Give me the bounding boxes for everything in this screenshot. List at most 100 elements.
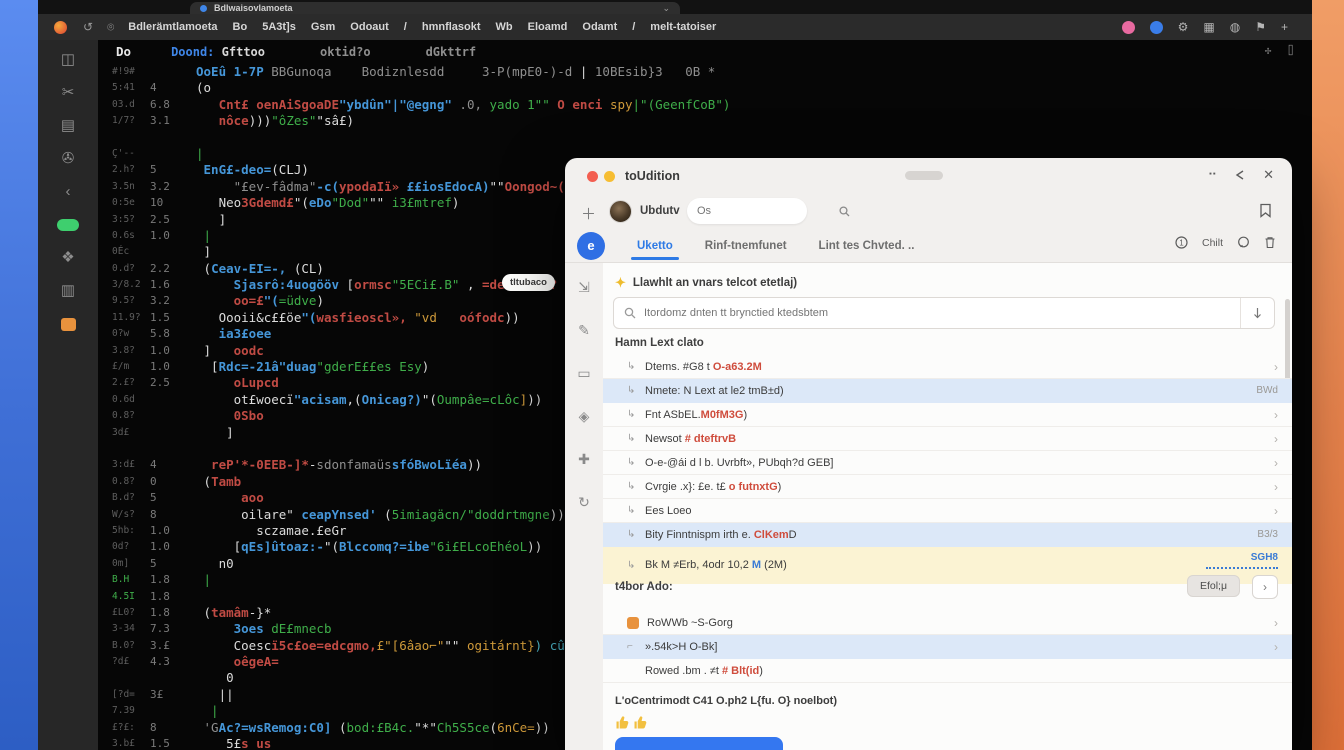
browser-tab[interactable]: Bdlwaisovlamoeta ⌄ bbox=[190, 2, 680, 14]
list-item[interactable]: ⌐ ».54k>H O-Bk] › bbox=[603, 635, 1292, 659]
app-logo-icon[interactable] bbox=[54, 20, 67, 34]
close-traffic-light[interactable] bbox=[587, 171, 598, 182]
gear-icon[interactable]: ⚙ bbox=[1178, 21, 1189, 33]
edit-icon[interactable]: ✎ bbox=[578, 322, 590, 339]
list-item[interactable]: ↳ Newsot # dteftrvB › bbox=[603, 427, 1292, 451]
editor-tab[interactable]: Doond: Gfttoo bbox=[171, 45, 265, 59]
menu-item[interactable]: melt-tatoiser bbox=[650, 21, 716, 33]
chevron-right-icon[interactable]: › bbox=[1274, 616, 1278, 630]
window-tab[interactable]: Uketto bbox=[631, 240, 679, 260]
component-icon[interactable]: ◈ bbox=[579, 408, 590, 425]
list-item[interactable]: Rowed .bm . ≠t # Blt(id) bbox=[603, 659, 1292, 683]
shield-icon[interactable]: ◍ bbox=[1230, 21, 1240, 33]
blue-app-icon[interactable] bbox=[1149, 20, 1163, 34]
target-icon[interactable]: ⌾ bbox=[107, 20, 114, 35]
panel-search-input[interactable] bbox=[636, 307, 1240, 319]
scissors-icon[interactable]: ✂ bbox=[62, 83, 75, 103]
section-2-next-button[interactable]: › bbox=[1252, 575, 1278, 599]
minimize-traffic-light[interactable] bbox=[604, 171, 615, 182]
bookmark-icon[interactable] bbox=[1259, 203, 1272, 218]
add-icon[interactable]: ＋ bbox=[581, 203, 596, 224]
list-item[interactable]: ↳ Ees Loeo › bbox=[603, 499, 1292, 523]
menu-item[interactable]: Odoaut bbox=[350, 21, 389, 33]
editor-action-icon[interactable]: ⌷ bbox=[1287, 44, 1294, 57]
editor-tab[interactable]: oktid?o bbox=[320, 45, 371, 59]
menu-item[interactable]: Wb bbox=[496, 21, 513, 33]
menu-item[interactable]: / bbox=[404, 21, 407, 33]
panel-search[interactable] bbox=[613, 297, 1275, 329]
trash-icon[interactable] bbox=[1264, 236, 1276, 249]
frame-icon[interactable]: ▭ bbox=[577, 365, 590, 382]
quick-search[interactable] bbox=[687, 198, 850, 224]
tab-grab-handle[interactable] bbox=[905, 171, 943, 180]
expand-arrow-icon[interactable]: ↳ bbox=[627, 560, 645, 571]
chevron-right-icon[interactable]: › bbox=[1274, 456, 1278, 470]
expand-arrow-icon[interactable]: ↳ bbox=[627, 385, 645, 396]
extension-icon[interactable]: ❖ bbox=[61, 248, 74, 268]
expand-arrow-icon[interactable]: ↳ bbox=[627, 361, 645, 372]
menu-item[interactable]: Eloamd bbox=[528, 21, 568, 33]
chevron-down-icon[interactable]: ⌄ bbox=[662, 3, 670, 13]
chevron-left-icon[interactable]: ‹ bbox=[66, 182, 71, 202]
list-item[interactable]: ↳ Fnt ASbEL.M0fM3G) › bbox=[603, 403, 1292, 427]
orange-badge-icon[interactable] bbox=[60, 318, 76, 331]
menu-item[interactable]: Bo bbox=[233, 21, 248, 33]
chat-icon[interactable] bbox=[1237, 236, 1250, 249]
menu-item[interactable]: Gsm bbox=[311, 21, 335, 33]
window-tab[interactable]: Rinf-tnemfunet bbox=[705, 240, 787, 252]
flag-icon[interactable]: ⚑ bbox=[1255, 21, 1266, 33]
list-item[interactable]: ↳ Nmete: N Lext at le2 tmB±d) BWd bbox=[603, 379, 1292, 403]
loop-icon[interactable]: ↻ bbox=[578, 494, 590, 511]
expand-arrow-icon[interactable]: ↳ bbox=[627, 457, 645, 468]
app-avatar-icon[interactable]: e bbox=[577, 232, 605, 260]
close-icon[interactable]: ✕ bbox=[1263, 167, 1274, 183]
tool-icon[interactable]: ✇ bbox=[62, 149, 75, 169]
list-item[interactable]: ↳ Cvrgie .x}: £e. t£ o futnxtG) › bbox=[603, 475, 1292, 499]
notes-icon[interactable]: ▤ bbox=[61, 116, 75, 136]
collapse-icon[interactable]: ⌐ bbox=[627, 641, 645, 652]
info-icon[interactable]: 1 bbox=[1175, 236, 1188, 249]
chevron-right-icon[interactable]: › bbox=[1274, 640, 1278, 654]
avatar[interactable] bbox=[609, 200, 632, 223]
add-icon[interactable]: ✚ bbox=[578, 451, 590, 468]
cursor-icon[interactable]: ⇲ bbox=[578, 279, 590, 296]
chevron-right-icon[interactable]: › bbox=[1274, 480, 1278, 494]
thumbs-up-icon[interactable] bbox=[633, 715, 648, 730]
expand-arrow-icon[interactable]: ↳ bbox=[627, 505, 645, 516]
window-tab[interactable]: Lint tes Chvted. .. bbox=[819, 240, 915, 252]
grid-icon[interactable]: ▦ bbox=[1203, 21, 1214, 33]
menu-item[interactable]: Bdlerämtlamoeta bbox=[128, 21, 217, 33]
green-status-icon[interactable] bbox=[57, 219, 79, 231]
editor-action-icon[interactable]: ✢ bbox=[1265, 44, 1272, 57]
history-icon[interactable]: ↺ bbox=[83, 20, 93, 35]
primary-cta-button[interactable] bbox=[615, 737, 783, 750]
section-2-pill-button[interactable]: Efol;μ bbox=[1186, 575, 1240, 597]
editor-tab[interactable]: dGkttrf bbox=[426, 45, 477, 59]
chevron-right-icon[interactable]: › bbox=[1274, 504, 1278, 518]
filter-send-button[interactable] bbox=[1240, 298, 1274, 328]
expand-arrow-icon[interactable]: ↳ bbox=[627, 409, 645, 420]
list-item[interactable]: RoWWb ~S-Gorg › bbox=[603, 611, 1292, 635]
expand-arrow-icon[interactable]: ↳ bbox=[627, 433, 645, 444]
files-icon[interactable]: ◫ bbox=[61, 50, 75, 70]
menu-item[interactable]: 5A3t]s bbox=[262, 21, 296, 33]
thumbs-up-icon[interactable] bbox=[615, 715, 630, 730]
list-item[interactable]: ↳ Bity Finntnispm irth e. ClKemD B3/3 bbox=[603, 523, 1292, 547]
expand-arrow-icon[interactable]: ↳ bbox=[627, 529, 645, 540]
chevron-right-icon[interactable]: › bbox=[1274, 408, 1278, 422]
layers-icon[interactable]: ▥ bbox=[61, 281, 75, 301]
menu-item[interactable]: hmnflasokt bbox=[422, 21, 481, 33]
pink-app-icon[interactable] bbox=[1121, 20, 1135, 34]
plus-icon[interactable]: + bbox=[1281, 21, 1288, 33]
menu-item[interactable]: / bbox=[632, 21, 635, 33]
info-label[interactable]: Chilt bbox=[1202, 237, 1223, 249]
more-icon[interactable]: ⠒ bbox=[1208, 167, 1218, 183]
chevron-right-icon[interactable]: › bbox=[1274, 432, 1278, 446]
share-icon[interactable] bbox=[1234, 169, 1246, 181]
menu-item[interactable]: Odamt bbox=[582, 21, 617, 33]
expand-arrow-icon[interactable]: ↳ bbox=[627, 481, 645, 492]
list-item[interactable]: ↳ Dtems. #G8 t O-a63.2M › bbox=[603, 355, 1292, 379]
chevron-right-icon[interactable]: › bbox=[1274, 360, 1278, 374]
quick-search-input[interactable] bbox=[697, 205, 839, 217]
list-item[interactable]: ↳ O-e-@ái d l b. Uvrbft», PUbqh?d GEB] › bbox=[603, 451, 1292, 475]
